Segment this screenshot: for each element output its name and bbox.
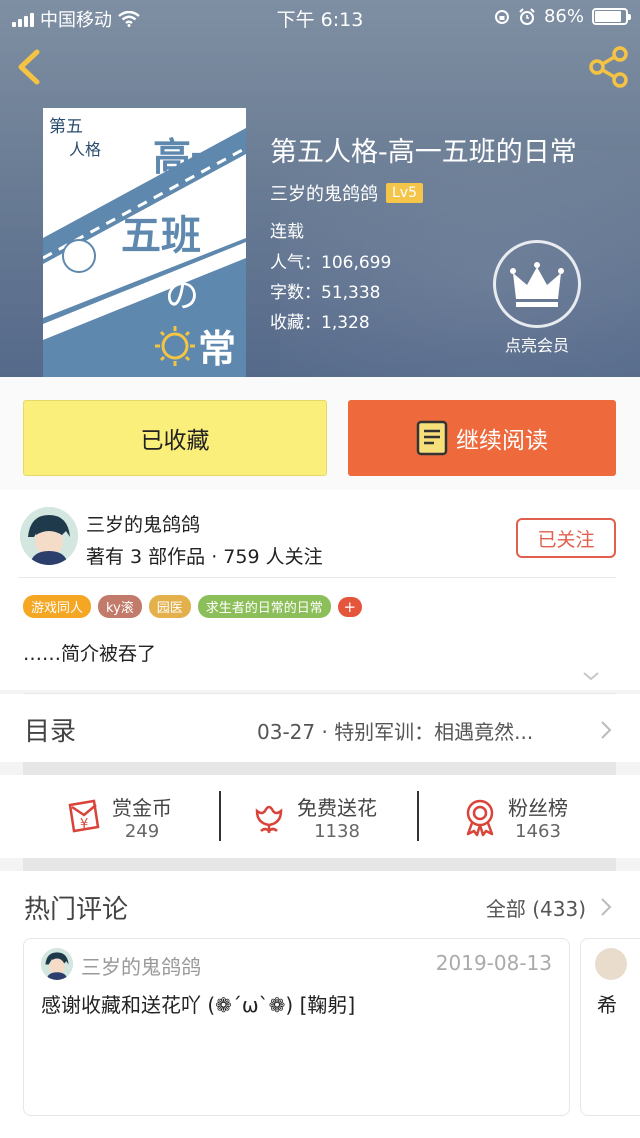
send-flower-button[interactable]: 免费送花 1138 xyxy=(249,775,377,858)
cover-text-1: 第五 xyxy=(49,117,83,137)
tag-item[interactable]: 游戏同人 xyxy=(23,595,92,618)
tag-item[interactable]: ky滚 xyxy=(98,595,142,618)
latest-chapter: 03-27 · 特别军训：相遇竟然... xyxy=(257,720,534,744)
tag-item[interactable]: 园医 xyxy=(148,595,191,618)
fan-ranking-button[interactable]: 粉丝榜 1463 xyxy=(460,775,568,858)
favorites-value: 1,328 xyxy=(321,313,370,333)
all-comments-link[interactable]: 全部 (433) xyxy=(486,893,586,922)
words-value: 51,338 xyxy=(321,283,381,303)
words-label: 字数： xyxy=(270,283,321,303)
level-badge: Lv5 xyxy=(386,183,423,203)
share-button[interactable] xyxy=(586,44,632,90)
crown-icon xyxy=(510,262,564,307)
cover-text-5: の xyxy=(165,276,199,316)
commenter-avatar[interactable] xyxy=(595,948,627,980)
svg-text:¥: ¥ xyxy=(80,817,88,832)
author-name[interactable]: 三岁的鬼鸽鸽 xyxy=(86,510,200,537)
popularity-stat: 人气：106,699 xyxy=(270,248,391,273)
avatar-image xyxy=(20,507,78,565)
avatar-image xyxy=(41,948,73,980)
cover-text-3: 高一 xyxy=(153,135,230,179)
tag-item[interactable]: 求生者的日常的日常 xyxy=(197,595,331,618)
battery-percent: 86% xyxy=(543,6,584,27)
chevron-down-icon[interactable] xyxy=(582,670,600,682)
popularity-value: 106,699 xyxy=(321,253,392,273)
support-actions: ¥ 赏金币 249 免费送花 1138 粉丝榜 1463 xyxy=(0,775,640,858)
status-bar: 中国移动 下午 6:13 86% xyxy=(0,0,640,34)
tag-list: 游戏同人 ky滚 园医 求生者的日常的日常 + xyxy=(23,595,362,618)
book-author[interactable]: 三岁的鬼鸽鸽 xyxy=(270,180,378,206)
comment-card[interactable]: 三岁的鬼鸽鸽 2019-08-13 感谢收藏和送花吖 (❁´ω`❁) [鞠躬] xyxy=(23,938,570,1116)
author-avatar[interactable] xyxy=(20,507,78,565)
serial-status: 连载 xyxy=(270,222,304,242)
hot-comments-section: 热门评论 全部 (433) 三岁的鬼鸽鸽 2019-08-13 感谢收藏和送花吖… xyxy=(0,871,640,1138)
alarm-icon xyxy=(519,7,535,25)
following-button[interactable]: 已关注 xyxy=(516,518,616,558)
toc-title: 目录 xyxy=(24,717,77,747)
chevron-left-icon xyxy=(18,49,40,85)
author-card: 三岁的鬼鸽鸽 著有 3 部作品 · 759 人关注 已关注 游戏同人 ky滚 园… xyxy=(0,490,640,694)
vip-button[interactable]: 点亮会员 xyxy=(492,240,582,356)
commenter-avatar[interactable] xyxy=(41,948,73,980)
favorited-label: 已收藏 xyxy=(140,428,210,454)
divider xyxy=(219,791,221,841)
share-icon xyxy=(589,46,628,88)
reward-coins-button[interactable]: ¥ 赏金币 249 xyxy=(64,775,172,858)
table-of-contents-row[interactable]: 目录 03-27 · 特别军训：相遇竟然... xyxy=(0,694,640,762)
book-header: 中国移动 下午 6:13 86% 第五 人格 高一 五班 の 常 第五人格-高一… xyxy=(0,0,640,377)
section-separator xyxy=(23,858,616,871)
chevron-right-icon xyxy=(601,721,612,739)
flower-icon xyxy=(255,805,283,833)
action-count: 1138 xyxy=(314,820,360,842)
continue-reading-label: 继续阅读 xyxy=(456,428,548,454)
comment-date: 2019-08-13 xyxy=(435,951,552,975)
comment-text: 希 xyxy=(597,993,617,1017)
rotation-lock-icon xyxy=(494,9,509,24)
word-count-stat: 字数：51,338 xyxy=(270,278,380,303)
add-tag-button[interactable]: + xyxy=(337,596,362,617)
popularity-label: 人气： xyxy=(270,253,321,273)
red-envelope-icon: ¥ xyxy=(68,799,100,832)
action-label: 赏金币 xyxy=(112,795,172,820)
favorited-button[interactable]: 已收藏 xyxy=(23,400,327,476)
author-works: 著有 3 部作品 · 759 人关注 xyxy=(86,546,323,568)
action-label: 免费送花 xyxy=(297,795,377,820)
vip-label: 点亮会员 xyxy=(504,336,569,355)
cover-text-4: 五班 xyxy=(121,213,201,259)
following-label: 已关注 xyxy=(537,528,595,551)
chevron-right-icon[interactable] xyxy=(600,897,612,917)
comment-card[interactable]: 希 xyxy=(580,938,640,1116)
book-intro: ……简介被吞了 xyxy=(23,643,157,665)
divider xyxy=(417,791,419,841)
book-cover[interactable]: 第五 人格 高一 五班 の 常 xyxy=(43,108,246,377)
cover-text-2: 人格 xyxy=(69,140,102,159)
battery-icon xyxy=(592,8,631,25)
divider xyxy=(18,577,616,578)
comments-title: 热门评论 xyxy=(24,895,129,925)
continue-reading-button[interactable]: 继续阅读 xyxy=(348,400,616,476)
back-button[interactable] xyxy=(10,44,50,90)
medal-icon xyxy=(466,799,494,836)
book-title: 第五人格-高一五班的日常 xyxy=(270,137,577,168)
commenter-name[interactable]: 三岁的鬼鸽鸽 xyxy=(81,951,201,980)
book-icon xyxy=(416,420,448,456)
action-count: 1463 xyxy=(515,820,561,842)
comment-text: 感谢收藏和送花吖 (❁´ω`❁) [鞠躬] xyxy=(41,993,356,1017)
action-label: 粉丝榜 xyxy=(508,795,568,820)
action-count: 249 xyxy=(124,820,160,842)
section-separator xyxy=(23,762,616,775)
favorites-stat: 收藏：1,328 xyxy=(270,308,370,333)
favorites-label: 收藏： xyxy=(270,313,321,333)
cover-text-6: 常 xyxy=(198,327,237,371)
